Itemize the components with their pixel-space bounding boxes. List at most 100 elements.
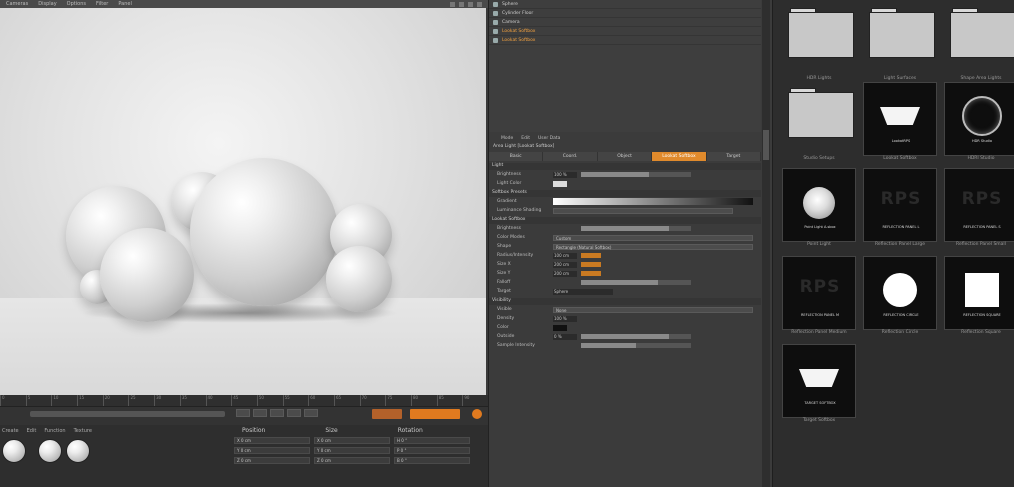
param-label: Brightness bbox=[497, 172, 521, 177]
target-link-field[interactable]: Sphere bbox=[553, 288, 613, 295]
coord-field[interactable]: H 0 ° bbox=[394, 437, 470, 444]
object-row[interactable]: Lookat Softbox bbox=[489, 27, 761, 36]
preset-item[interactable]: RPS REFLECTION PANEL L Reflection Panel La… bbox=[860, 168, 940, 252]
density-field[interactable]: 100 % bbox=[553, 315, 577, 322]
coord-field[interactable]: Y 0 cm bbox=[314, 447, 390, 454]
rps-logo: RPS bbox=[799, 277, 841, 297]
zoom-view-icon[interactable] bbox=[459, 1, 464, 7]
visibility-dropdown[interactable]: None bbox=[553, 306, 753, 313]
coord-field[interactable]: X 0 cm bbox=[234, 437, 310, 444]
material-swatch[interactable] bbox=[38, 439, 62, 463]
section-projection[interactable]: Lookat Softbox bbox=[489, 217, 761, 224]
param-row: Target Sphere bbox=[489, 287, 761, 296]
material-swatch[interactable] bbox=[2, 439, 26, 463]
preset-item[interactable]: LookatRPS Lookat Softbox bbox=[860, 82, 940, 166]
playback-controls bbox=[236, 409, 318, 417]
coord-field[interactable]: Z 0 cm bbox=[314, 457, 390, 464]
outside-field[interactable]: 0 % bbox=[553, 333, 577, 340]
light-color-swatch[interactable] bbox=[553, 180, 567, 187]
coord-field[interactable]: Z 0 cm bbox=[234, 457, 310, 464]
prev-frame-button[interactable] bbox=[253, 409, 267, 417]
preset-item[interactable]: Light Surfaces bbox=[860, 2, 940, 86]
intensity-slider[interactable] bbox=[581, 226, 691, 231]
gradient-editor[interactable] bbox=[553, 198, 753, 205]
material-swatch[interactable] bbox=[66, 439, 90, 463]
color-mode-dropdown[interactable]: Custom bbox=[553, 234, 753, 241]
render-viewport[interactable] bbox=[0, 8, 486, 395]
radius-field[interactable]: 100 cm bbox=[553, 252, 577, 259]
go-end-button[interactable] bbox=[304, 409, 318, 417]
object-row[interactable]: Lookat Softbox bbox=[489, 36, 761, 45]
tab-object[interactable]: Object bbox=[598, 152, 653, 161]
preset-item[interactable]: RPS REFLECTION PANEL M Reflection Panel Me… bbox=[779, 256, 859, 340]
maximize-view-icon[interactable] bbox=[477, 1, 482, 7]
tab-lookat-softbox[interactable]: Lookat Softbox bbox=[652, 152, 707, 161]
mat-menu-texture[interactable]: Texture bbox=[74, 428, 92, 434]
tab-target[interactable]: Target bbox=[707, 152, 762, 161]
object-name: Cylinder Floor bbox=[502, 10, 534, 16]
coord-field[interactable]: P 0 ° bbox=[394, 447, 470, 454]
preset-item[interactable]: HDR Studio HDRI Studio bbox=[941, 82, 1014, 166]
shape-dropdown[interactable]: Rectangle (Natural Softbox) bbox=[553, 243, 753, 250]
reflection-square-icon bbox=[965, 273, 999, 307]
brightness-field[interactable]: 100 % bbox=[553, 171, 577, 178]
size-y-field[interactable]: 200 cm bbox=[553, 270, 577, 277]
preset-item[interactable]: Studio Setups bbox=[779, 82, 859, 166]
shading-field[interactable] bbox=[553, 207, 733, 214]
object-row[interactable]: Cylinder Floor bbox=[489, 9, 761, 18]
size-x-slider[interactable] bbox=[581, 262, 601, 267]
go-start-button[interactable] bbox=[236, 409, 250, 417]
timeline-ruler[interactable]: 0 5 10 15 20 25 30 35 40 45 50 55 60 65 70 75 80 85 90 bbox=[0, 395, 488, 407]
coord-field[interactable]: Y 0 cm bbox=[234, 447, 310, 454]
sample-intensity-slider[interactable] bbox=[581, 343, 691, 348]
attr-menu-mode[interactable]: Mode bbox=[501, 136, 513, 141]
section-preset[interactable]: Softbox Presets bbox=[489, 190, 761, 197]
preset-item[interactable]: TARGET SOFTBOX Target Softbox bbox=[779, 344, 859, 428]
size-x-field[interactable]: 200 cm bbox=[553, 261, 577, 268]
move-view-icon[interactable] bbox=[450, 1, 455, 7]
menu-item-filter[interactable]: Filter bbox=[96, 1, 108, 7]
coord-field[interactable]: X 0 cm bbox=[314, 437, 390, 444]
coord-field[interactable]: B 0 ° bbox=[394, 457, 470, 464]
mat-menu-create[interactable]: Create bbox=[2, 428, 19, 434]
managers-scrollbar[interactable] bbox=[762, 0, 770, 487]
preset-item[interactable]: Shape Area Lights bbox=[941, 2, 1014, 86]
preset-item[interactable]: REFLECTION CIRCLE Reflection Circle bbox=[860, 256, 940, 340]
menu-item-panel[interactable]: Panel bbox=[118, 1, 132, 7]
timeline-tick: 30 bbox=[154, 395, 180, 406]
tab-coord[interactable]: Coord. bbox=[543, 152, 598, 161]
rps-logo: RPS bbox=[961, 189, 1003, 209]
autokey-button[interactable] bbox=[410, 409, 460, 419]
preset-item[interactable]: REFLECTION SQUARE Reflection Square bbox=[941, 256, 1014, 340]
menu-item-display[interactable]: Display bbox=[38, 1, 56, 7]
preset-item[interactable]: Point Light A.sbox Point Light bbox=[779, 168, 859, 252]
attr-menu-userdata[interactable]: User Data bbox=[538, 136, 560, 141]
keyframe-icon[interactable] bbox=[472, 409, 482, 419]
tab-basic[interactable]: Basic bbox=[489, 152, 544, 161]
object-row[interactable]: Sphere bbox=[489, 0, 761, 9]
outside-slider[interactable] bbox=[581, 334, 691, 339]
visibility-color-swatch[interactable] bbox=[553, 324, 567, 331]
mat-menu-function[interactable]: Function bbox=[44, 428, 65, 434]
sphere-left-front bbox=[100, 228, 194, 322]
rotate-view-icon[interactable] bbox=[468, 1, 473, 7]
attr-menu-edit[interactable]: Edit bbox=[521, 136, 530, 141]
timeline-scrubber[interactable] bbox=[30, 411, 225, 417]
preset-thumbnail: REFLECTION SQUARE bbox=[944, 256, 1014, 330]
section-visibility[interactable]: Visibility bbox=[489, 298, 761, 305]
menu-item-cameras[interactable]: Cameras bbox=[6, 1, 28, 7]
record-button[interactable] bbox=[372, 409, 402, 419]
size-y-slider[interactable] bbox=[581, 271, 601, 276]
scrollbar-thumb[interactable] bbox=[763, 130, 769, 160]
radius-slider[interactable] bbox=[581, 253, 601, 258]
next-frame-button[interactable] bbox=[287, 409, 301, 417]
play-button[interactable] bbox=[270, 409, 284, 417]
object-row[interactable]: Camera bbox=[489, 18, 761, 27]
preset-item[interactable]: HDR Lights bbox=[779, 2, 859, 86]
mat-menu-edit[interactable]: Edit bbox=[27, 428, 37, 434]
section-light[interactable]: Light bbox=[489, 163, 761, 170]
menu-item-options[interactable]: Options bbox=[67, 1, 86, 7]
brightness-slider[interactable] bbox=[581, 172, 691, 177]
falloff-slider[interactable] bbox=[581, 280, 691, 285]
preset-item[interactable]: RPS REFLECTION PANEL S Reflection Panel Sm… bbox=[941, 168, 1014, 252]
